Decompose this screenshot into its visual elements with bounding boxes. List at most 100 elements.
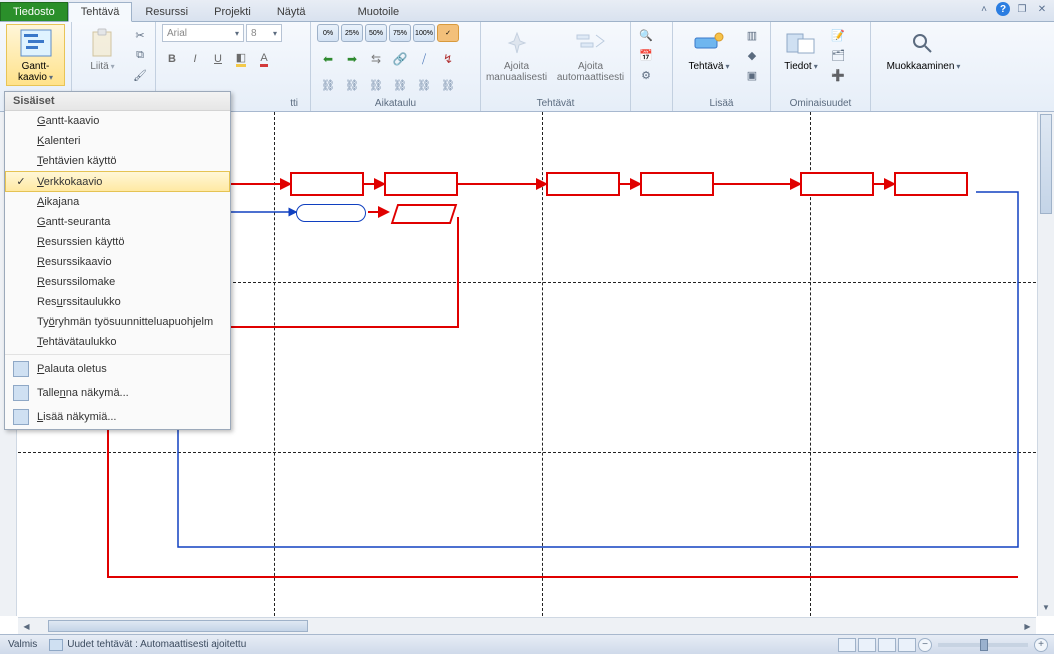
view-option-4[interactable]: Aikajana (5, 192, 230, 212)
split-task-button[interactable]: ⛓ (317, 76, 339, 94)
view-footer-option-1[interactable]: Tallenna näkymä... (5, 381, 230, 405)
chain-4-icon[interactable]: ⛓ (389, 76, 411, 94)
vertical-scrollbar[interactable]: ▲ ▼ (1037, 112, 1054, 616)
view-option-label: Resurssitaulukko (37, 296, 121, 308)
format-painter-icon[interactable]: 🖌 (131, 66, 149, 84)
schedule-auto-button[interactable]: Ajoita automaattisesti (555, 24, 627, 86)
notes-icon[interactable]: 📝 (829, 26, 847, 44)
indent-button[interactable]: ➡ (341, 50, 363, 68)
cut-icon[interactable]: ✂ (131, 26, 149, 44)
font-size-value: 8 (251, 28, 257, 39)
ribbon-tabs: Tiedosto Tehtävä Resurssi Projekti Näytä… (0, 0, 1054, 22)
minimize-ribbon-icon[interactable]: ˄ (976, 2, 992, 16)
chain-6-icon[interactable]: ⛓ (437, 76, 459, 94)
view-option-7[interactable]: Resurssikaavio (5, 252, 230, 272)
view-option-0[interactable]: Gantt-kaavio (5, 111, 230, 131)
zoom-in-button[interactable]: + (1034, 638, 1048, 652)
view-option-label: Tehtävätaulukko (37, 336, 117, 348)
chain-3-icon[interactable]: ⛓ (365, 76, 387, 94)
scroll-v-thumb[interactable] (1040, 114, 1052, 214)
copy-icon[interactable]: ⧉ (131, 46, 149, 64)
view-option-1[interactable]: Kalenteri (5, 131, 230, 151)
unlink-tasks-button[interactable]: ⧸ (413, 50, 435, 68)
view-option-2[interactable]: Tehtävien käyttö (5, 151, 230, 171)
view-option-9[interactable]: Resurssitaulukko (5, 292, 230, 312)
font-color-button[interactable]: A (254, 50, 274, 68)
underline-button[interactable]: U (208, 50, 228, 68)
gantt-chart-button[interactable]: Gantt-kaavio (6, 24, 65, 86)
tab-task[interactable]: Tehtävä (68, 2, 133, 22)
italic-button[interactable]: I (185, 50, 205, 68)
details-icon[interactable]: 🗂 (829, 46, 847, 64)
chain-5-icon[interactable]: ⛓ (413, 76, 435, 94)
information-button[interactable]: Tiedot (777, 24, 825, 75)
outdent-button[interactable]: ⬅ (317, 50, 339, 68)
help-icon[interactable]: ? (996, 2, 1010, 16)
mode-icon[interactable]: ⚙ (637, 66, 655, 84)
mark-on-track-button[interactable]: ✓ (437, 24, 459, 42)
move-task-icon[interactable]: 📅 (637, 46, 655, 64)
view-footer-option-0[interactable]: Palauta oletus (5, 357, 230, 381)
view-button-1[interactable] (838, 638, 856, 652)
task-node[interactable] (640, 172, 714, 196)
pct-100-button[interactable]: 100% (413, 24, 435, 42)
move-icon[interactable]: ⇆ (365, 50, 387, 68)
task-node[interactable] (546, 172, 620, 196)
footer-item-icon (13, 361, 29, 377)
view-option-5[interactable]: Gantt-seuranta (5, 212, 230, 232)
view-button-4[interactable] (898, 638, 916, 652)
view-option-8[interactable]: Resurssilomake (5, 272, 230, 292)
view-button-2[interactable] (858, 638, 876, 652)
tab-file[interactable]: Tiedosto (0, 2, 68, 21)
zoom-slider[interactable] (938, 643, 1028, 647)
editing-button[interactable]: Muokkaaminen (880, 24, 968, 75)
scroll-down-icon[interactable]: ▼ (1038, 599, 1054, 616)
summary-icon[interactable]: ▥ (743, 26, 761, 44)
close-icon[interactable]: ✕ (1034, 2, 1050, 16)
view-option-6[interactable]: Resurssien käyttö (5, 232, 230, 252)
pct-75-button[interactable]: 75% (389, 24, 411, 42)
tab-resource[interactable]: Resurssi (132, 2, 201, 21)
task-node[interactable] (290, 172, 364, 196)
summary-node[interactable] (296, 204, 366, 222)
view-option-3[interactable]: ✓Verkkokaavio (5, 171, 230, 192)
view-option-label: Resurssien käyttö (37, 236, 124, 248)
scroll-h-thumb[interactable] (48, 620, 308, 632)
scroll-right-icon[interactable]: ▶ (1019, 618, 1036, 634)
respect-links-button[interactable]: ↯ (437, 50, 459, 68)
view-footer-option-2[interactable]: Lisää näkymiä... (5, 405, 230, 429)
new-tasks-mode-icon[interactable] (49, 639, 63, 651)
paste-button[interactable]: Liitä (78, 24, 127, 75)
bold-button[interactable]: B (162, 50, 182, 68)
tab-project[interactable]: Projekti (201, 2, 264, 21)
pct-25-button[interactable]: 25% (341, 24, 363, 42)
add-to-timeline-icon[interactable]: ➕ (829, 66, 847, 84)
view-button-3[interactable] (878, 638, 896, 652)
font-name-combo[interactable]: Arial▾ (162, 24, 244, 42)
view-option-10[interactable]: Työryhmän työsuunnitteluapuohjelm (5, 312, 230, 332)
zoom-thumb[interactable] (980, 639, 988, 651)
view-option-11[interactable]: Tehtävätaulukko (5, 332, 230, 352)
milestone-icon[interactable]: ◆ (743, 46, 761, 64)
inspect-icon[interactable]: 🔍 (637, 26, 655, 44)
deliverable-icon[interactable]: ▣ (743, 66, 761, 84)
font-size-combo[interactable]: 8▾ (246, 24, 282, 42)
status-bar: Valmis Uudet tehtävät : Automaattisesti … (0, 634, 1054, 654)
task-node[interactable] (800, 172, 874, 196)
tab-format[interactable]: Muotoile (345, 2, 413, 21)
zoom-out-button[interactable]: − (918, 638, 932, 652)
horizontal-scrollbar[interactable]: ◀ ▶ (18, 617, 1036, 634)
scroll-left-icon[interactable]: ◀ (18, 618, 35, 634)
fill-color-button[interactable]: ◧ (231, 50, 251, 68)
inactivate-button[interactable]: ⛓ (341, 76, 363, 94)
task-insert-button[interactable]: Tehtävä (679, 24, 739, 75)
pct-0-button[interactable]: 0% (317, 24, 339, 42)
task-node[interactable] (894, 172, 968, 196)
pct-50-button[interactable]: 50% (365, 24, 387, 42)
milestone-node[interactable] (391, 204, 457, 224)
task-node[interactable] (384, 172, 458, 196)
tab-view[interactable]: Näytä (264, 2, 319, 21)
restore-icon[interactable]: ❐ (1014, 2, 1030, 16)
link-tasks-button[interactable]: 🔗 (389, 50, 411, 68)
schedule-manual-button[interactable]: Ajoita manuaalisesti (485, 24, 549, 86)
